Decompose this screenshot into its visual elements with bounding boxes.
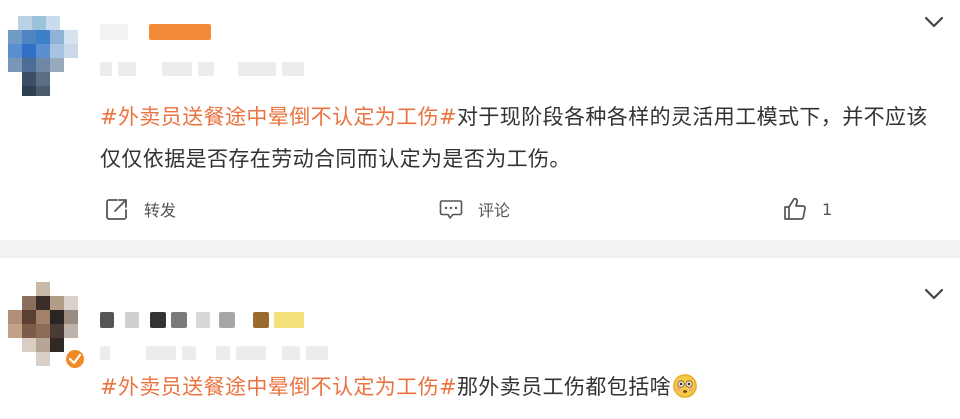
hashtag-link[interactable]: #外卖员送餐途中晕倒不认定为工伤# [100,375,457,399]
username-pixel [196,312,211,328]
post-meta [100,62,304,76]
post-body: 那外卖员工伤都包括啥 [457,375,671,399]
user-badge-pixel [252,312,269,328]
username-pixel [100,24,128,40]
like-count: 1 [822,199,833,219]
username-pixel [150,312,167,328]
more-chevron-down-icon[interactable] [922,282,946,306]
thumbs-up-icon [784,197,806,220]
username-pixel [171,312,188,328]
avatar-image [8,12,84,96]
username[interactable] [100,312,304,332]
avatar[interactable] [8,12,84,96]
more-chevron-down-icon[interactable] [922,10,946,34]
verified-badge-icon [64,348,84,370]
hashtag-link[interactable]: #外卖员送餐途中晕倒不认定为工伤# [100,105,457,129]
post-text: #外卖员送餐途中晕倒不认定为工伤#对于现阶段各种各样的灵活用工模式下，并不应该仅… [100,96,940,180]
flushed-face-emoji [673,374,697,398]
avatar[interactable] [8,280,84,370]
comment-icon [439,200,463,219]
like-button[interactable]: 1 [782,196,832,222]
action-bar: 转发 评论 1 [0,196,960,228]
repost-button[interactable]: 转发 [104,196,176,222]
username-pixel [219,312,236,328]
post-meta [100,346,328,360]
post-separator [0,240,960,258]
user-badge-pixel [273,312,304,328]
comment-card: #外卖员送餐途中晕倒不认定为工伤#对于现阶段各种各样的灵活用工模式下，并不应该仅… [0,0,960,240]
comment-card: #外卖员送餐途中晕倒不认定为工伤#那外卖员工伤都包括啥 [0,258,960,419]
username[interactable] [100,24,212,44]
username-pixel [100,312,114,328]
username-pixel [149,24,212,40]
share-icon [106,199,127,220]
comment-button[interactable]: 评论 [438,196,510,222]
repost-label: 转发 [144,201,177,220]
username-pixel [125,312,140,328]
post-text: #外卖员送餐途中晕倒不认定为工伤#那外卖员工伤都包括啥 [100,366,940,408]
comment-label: 评论 [478,201,511,220]
